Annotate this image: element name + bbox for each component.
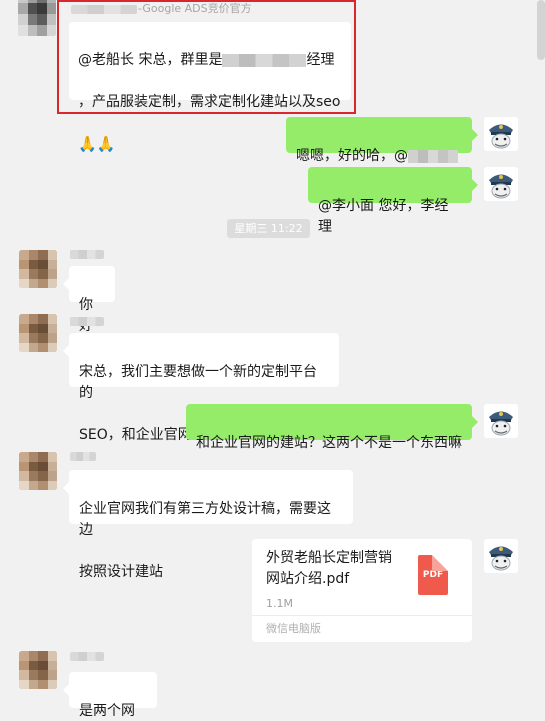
file-name-line: 网站介绍.pdf (266, 571, 350, 587)
avatar-mosaic (19, 314, 57, 352)
pdf-icon-label: PDF (422, 570, 444, 580)
message-bubble-self[interactable]: 嗯嗯，好的哈，@ (286, 117, 478, 164)
message-text: 企业官网我们有第三方处设计稿，需要这边 (79, 501, 331, 538)
self-avatar[interactable] (484, 539, 518, 573)
message-bubble-self[interactable]: @李小面 您好，李经理 (308, 167, 478, 235)
timestamp: 星期三 11:22 (227, 219, 310, 238)
sender-name-blurred (70, 250, 104, 259)
highlight-box (57, 0, 356, 114)
message-text: @李小面 您好，李经理 (318, 198, 449, 235)
avatar-mosaic (18, 0, 56, 36)
message-bubble[interactable]: 宋总，我们主要想做一个新的定制平台的 SEO，和企业官网的建站 (63, 333, 339, 443)
file-name-line: 外贸老船长定制营销 (266, 550, 392, 566)
message-text: 和企业官网的建站？这两个不是一个东西嘛 (196, 435, 462, 451)
sender-name-blurred (70, 652, 104, 661)
captain-avatar-icon (484, 117, 518, 151)
pdf-icon: PDF (418, 555, 448, 595)
message-bubble[interactable]: 是两个网站 (63, 672, 157, 719)
self-avatar[interactable] (484, 404, 518, 438)
blurred-name (408, 149, 458, 163)
message-bubble[interactable]: 企业官网我们有第三方处设计稿，需要这边 按照设计建站 (63, 470, 353, 580)
message-text: 宋总，我们主要想做一个新的定制平台的 (79, 364, 317, 401)
avatar-mosaic (19, 452, 57, 490)
avatar[interactable] (19, 314, 57, 352)
captain-avatar-icon (484, 167, 518, 201)
file-source: 微信电脑版 (266, 622, 321, 635)
captain-avatar-icon (484, 404, 518, 438)
self-avatar[interactable] (484, 117, 518, 151)
file-name: 外贸老船长定制营销 网站介绍.pdf (266, 548, 392, 590)
sender-name-blurred (70, 317, 104, 326)
avatar-mosaic (19, 250, 57, 288)
sender-name-blurred (70, 452, 96, 461)
message-bubble[interactable]: 你好 (63, 266, 115, 334)
message-text: 是两个网站 (79, 703, 135, 719)
scrollbar[interactable] (537, 0, 545, 60)
avatar[interactable] (18, 0, 56, 36)
message-text: 你好 (79, 297, 93, 334)
avatar[interactable] (19, 651, 57, 689)
avatar-mosaic (19, 651, 57, 689)
file-card[interactable]: 外贸老船长定制营销 网站介绍.pdf PDF 1.1M 微信电脑版 (252, 539, 472, 642)
avatar[interactable] (19, 452, 57, 490)
file-divider (252, 615, 472, 616)
captain-avatar-icon (484, 539, 518, 573)
self-avatar[interactable] (484, 167, 518, 201)
file-size: 1.1M (266, 597, 293, 610)
avatar[interactable] (19, 250, 57, 288)
message-text: 嗯嗯，好的哈，@ (296, 148, 408, 164)
message-bubble-self[interactable]: 和企业官网的建站？这两个不是一个东西嘛 (186, 404, 478, 451)
chat-window: -Google ADS竞价官方 @老船长 宋总，群里是 经理 ，产品服装定制，需求… (0, 0, 545, 721)
